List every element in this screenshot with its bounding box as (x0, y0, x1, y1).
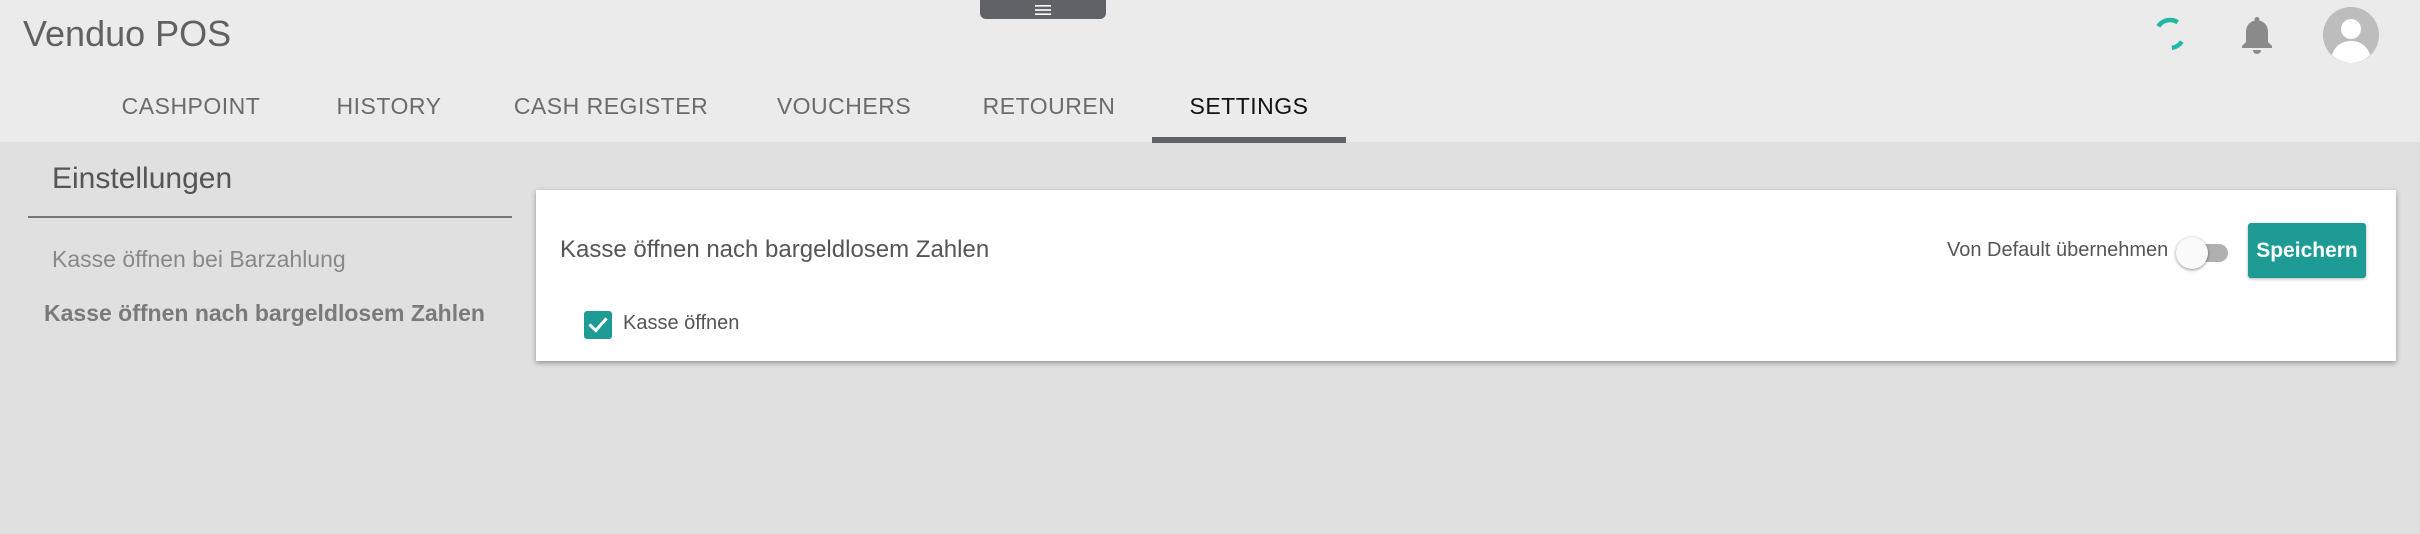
tab-settings[interactable]: SETTINGS (1152, 82, 1346, 143)
tab-cash-register[interactable]: CASH REGISTER (508, 82, 714, 143)
app-title: Venduo POS (23, 13, 232, 54)
toggle-knob (2176, 237, 2208, 269)
sidebar-item-cash-payment[interactable]: Kasse öffnen bei Barzahlung (52, 246, 346, 273)
menu-handle[interactable] (980, 0, 1106, 19)
main-tabs: CASHPOINT HISTORY CASH REGISTER VOUCHERS… (0, 82, 1500, 143)
default-toggle[interactable] (2176, 234, 2228, 270)
tab-label: HISTORY (336, 93, 442, 119)
menu-icon (1035, 4, 1051, 15)
app-header: Venduo POS CASHPOINT HISTORY CASH REGIST… (0, 0, 2420, 143)
loading-spinner-icon (2153, 17, 2187, 51)
tab-label: SETTINGS (1189, 93, 1309, 119)
tab-label: RETOUREN (982, 93, 1116, 119)
sidebar-title: Einstellungen (52, 162, 233, 195)
user-avatar-icon (2323, 7, 2379, 63)
bell-icon[interactable] (2237, 14, 2277, 56)
checkmark-icon (588, 317, 608, 333)
settings-panel: Kasse öffnen nach bargeldlosem Zahlen Vo… (536, 190, 2396, 361)
tab-label: CASHPOINT (121, 93, 261, 119)
panel-title: Kasse öffnen nach bargeldlosem Zahlen (560, 236, 990, 263)
default-toggle-label: Von Default übernehmen (1947, 239, 2169, 261)
user-avatar[interactable] (2323, 7, 2379, 63)
save-button[interactable]: Speichern (2248, 223, 2366, 278)
tab-label: VOUCHERS (776, 93, 912, 119)
sidebar-divider (28, 216, 512, 218)
tab-vouchers[interactable]: VOUCHERS (768, 82, 920, 143)
sidebar-item-cashless-payment[interactable]: Kasse öffnen nach bargeldlosem Zahlen (44, 300, 485, 327)
tab-cashpoint[interactable]: CASHPOINT (108, 82, 274, 143)
tab-history[interactable]: HISTORY (318, 82, 460, 143)
open-register-checkbox[interactable] (584, 311, 612, 339)
tab-label: CASH REGISTER (513, 93, 709, 119)
tab-retouren[interactable]: RETOUREN (974, 82, 1124, 143)
open-register-checkbox-label: Kasse öffnen (623, 312, 740, 334)
